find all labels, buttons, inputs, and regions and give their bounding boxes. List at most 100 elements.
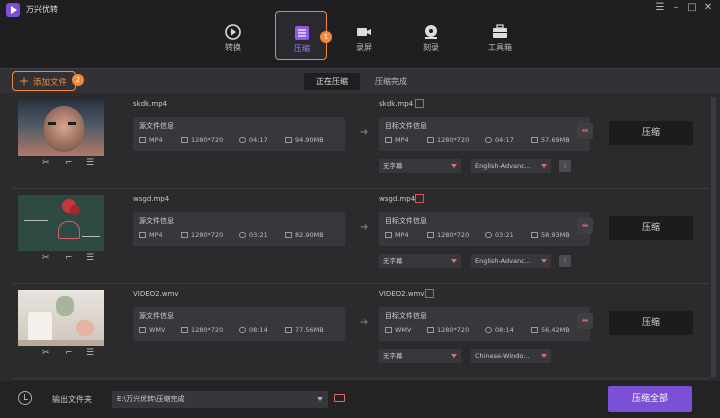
source-info-header: 源文件信息: [139, 217, 174, 225]
audio-select[interactable]: English-Advanc...: [471, 254, 551, 268]
chevron-down-icon: [541, 259, 547, 263]
size-meta: 57.69MB: [531, 136, 570, 144]
format-meta: MP4: [139, 231, 163, 239]
file-row: ✂ ⌐ ☰ wsgd.mp4 源文件信息 MP4 1280*720 03:21 …: [12, 190, 709, 284]
app-title: 万兴优转: [26, 5, 58, 14]
resolution-icon: [181, 327, 188, 333]
effects-icon[interactable]: ☰: [86, 348, 94, 358]
cut-icon[interactable]: ✂: [42, 348, 50, 358]
format-icon: [385, 137, 392, 143]
minimize-icon[interactable]: –: [670, 2, 682, 13]
target-info-box: 目标文件信息 MP4 1280*720 04:17 57.69MB: [379, 117, 590, 151]
menu-icon[interactable]: ☰: [654, 2, 666, 13]
info-icon[interactable]: i: [559, 255, 571, 267]
maximize-icon[interactable]: □: [686, 2, 698, 13]
size-value: 82.90MB: [295, 231, 324, 239]
close-icon[interactable]: ✕: [702, 2, 714, 13]
chevron-down-icon: [451, 259, 457, 263]
duration-meta: 03:21: [485, 231, 514, 239]
size-meta: 82.90MB: [285, 231, 324, 239]
crop-icon[interactable]: ⌐: [65, 158, 73, 168]
resolution-icon: [181, 137, 188, 143]
format-icon: [385, 232, 392, 238]
convert-icon: [225, 24, 241, 40]
compress-button[interactable]: 压缩: [609, 311, 693, 335]
target-filename: skdk.mp4: [379, 100, 414, 108]
resolution-value: 1280*720: [191, 326, 224, 334]
nav-record[interactable]: 录屏: [338, 20, 390, 68]
duration-meta: 04:17: [239, 136, 268, 144]
source-info-header: 源文件信息: [139, 122, 174, 130]
folder-icon: [285, 137, 292, 143]
add-file-button[interactable]: + 添加文件: [12, 71, 76, 91]
info-icon[interactable]: i: [559, 160, 571, 172]
resolution-icon: [427, 232, 434, 238]
video-thumbnail[interactable]: [18, 100, 104, 156]
resolution-value: 1280*720: [191, 136, 224, 144]
format-meta: MP4: [385, 136, 409, 144]
nav-toolbox[interactable]: 工具箱: [474, 20, 526, 68]
compress-settings-icon[interactable]: ⇹: [577, 123, 593, 139]
cut-icon[interactable]: ✂: [42, 158, 50, 168]
toolbox-icon: [493, 24, 507, 38]
step-badge-1: 1: [320, 31, 332, 43]
effects-icon[interactable]: ☰: [86, 253, 94, 263]
title-bar: 万兴优转 ☰ – □ ✕: [0, 0, 720, 20]
format-icon: [139, 137, 146, 143]
compress-settings-icon[interactable]: ⇹: [577, 218, 593, 234]
target-info-header: 目标文件信息: [385, 312, 427, 320]
clock-icon: [239, 137, 246, 143]
schedule-clock-icon[interactable]: [18, 391, 32, 405]
footer-bar: 输出文件夹 E:\万兴优转\压缩完成 压缩全部: [0, 381, 720, 418]
format-meta: WMV: [139, 326, 165, 334]
size-meta: 94.90MB: [285, 136, 324, 144]
audio-select[interactable]: Chinese-Windo...: [471, 349, 551, 363]
duration-meta: 03:21: [239, 231, 268, 239]
source-info-box: 源文件信息 MP4 1280*720 03:21 82.90MB: [133, 212, 345, 246]
compress-button[interactable]: 压缩: [609, 216, 693, 240]
chevron-down-icon: [317, 397, 323, 401]
nav-label: 刻录: [423, 43, 439, 52]
format-icon: [139, 327, 146, 333]
format-value: MP4: [395, 231, 409, 239]
video-thumbnail[interactable]: [18, 290, 104, 346]
edit-name-icon[interactable]: [425, 289, 434, 298]
nav-convert[interactable]: 转换: [207, 20, 259, 68]
tab-compressing[interactable]: 正在压缩: [304, 73, 360, 90]
tab-compressed[interactable]: 压缩完成: [362, 73, 420, 90]
subtitle-value: 无字幕: [383, 162, 403, 170]
folder-icon: [531, 327, 538, 333]
audio-select[interactable]: English-Advanc...: [471, 159, 551, 173]
edit-name-icon[interactable]: [415, 194, 424, 203]
target-filename: VIDEO2.wmv: [379, 290, 425, 298]
video-thumbnail[interactable]: [18, 195, 104, 251]
step-badge-2: 2: [72, 74, 84, 86]
output-path-value: E:\万兴优转\压缩完成: [117, 395, 185, 403]
source-info-header: 源文件信息: [139, 312, 174, 320]
open-folder-icon[interactable]: [334, 394, 345, 402]
subtitle-select[interactable]: 无字幕: [379, 159, 461, 173]
output-path-select[interactable]: E:\万兴优转\压缩完成: [112, 391, 328, 408]
nav-burn[interactable]: 刻录: [405, 20, 457, 68]
output-folder-label: 输出文件夹: [52, 395, 92, 404]
crop-icon[interactable]: ⌐: [65, 253, 73, 263]
clock-icon: [485, 137, 492, 143]
edit-name-icon[interactable]: [415, 99, 424, 108]
compress-all-button[interactable]: 压缩全部: [608, 386, 692, 412]
scrollbar[interactable]: [711, 97, 716, 377]
duration-value: 04:17: [249, 136, 268, 144]
effects-icon[interactable]: ☰: [86, 158, 94, 168]
subtitle-select[interactable]: 无字幕: [379, 254, 461, 268]
duration-value: 04:17: [495, 136, 514, 144]
nav-label: 工具箱: [488, 43, 512, 52]
resolution-value: 1280*720: [191, 231, 224, 239]
compress-settings-icon[interactable]: ⇹: [577, 313, 593, 329]
resolution-meta: 1280*720: [427, 326, 469, 334]
compress-button[interactable]: 压缩: [609, 121, 693, 145]
cut-icon[interactable]: ✂: [42, 253, 50, 263]
resolution-value: 1280*720: [437, 136, 470, 144]
folder-icon: [285, 232, 292, 238]
subtitle-select[interactable]: 无字幕: [379, 349, 461, 363]
crop-icon[interactable]: ⌐: [65, 348, 73, 358]
resolution-value: 1280*720: [437, 326, 470, 334]
